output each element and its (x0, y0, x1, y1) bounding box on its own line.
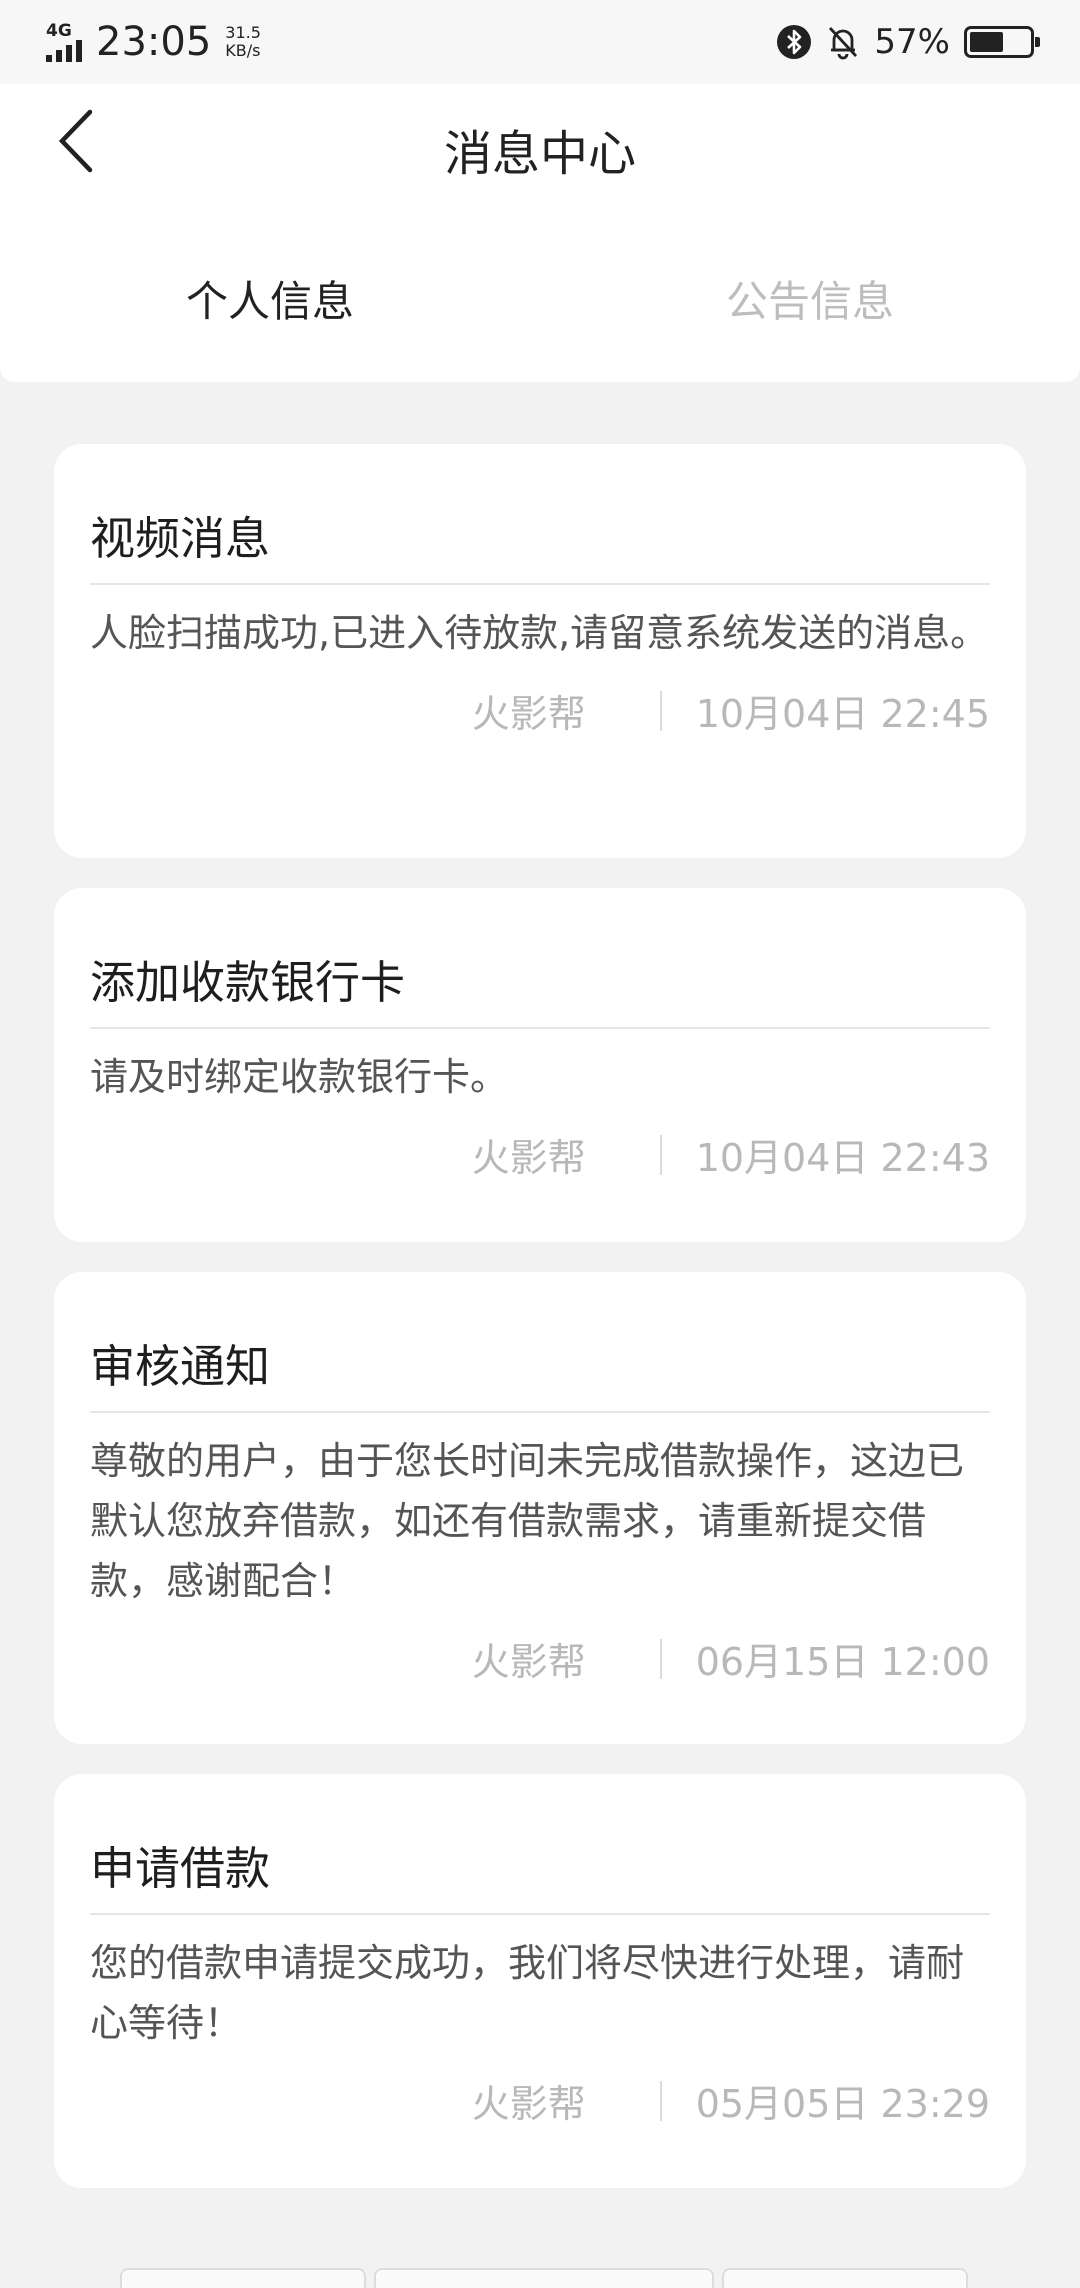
network-speed-value: 31.5 (225, 23, 261, 42)
bluetooth-icon (777, 25, 812, 59)
battery-icon (964, 26, 1040, 58)
network-speed: 31.5 KB/s (225, 24, 261, 60)
message-body: 人脸扫描成功,已进入待放款,请留意系统发送的消息。 (90, 611, 989, 655)
bottom-actions (120, 2268, 968, 2288)
app-header: 消息中心 (0, 84, 1080, 214)
message-title: 申请借款 (90, 1774, 990, 1915)
tab-bar: 个人信息 公告信息 (0, 214, 1080, 382)
message-body: 请及时绑定收款银行卡。 (90, 1055, 509, 1099)
message-title: 添加收款银行卡 (90, 888, 990, 1029)
message-datetime: 06月15日 12:00 (695, 1640, 990, 1684)
bell-muted-icon (829, 27, 858, 60)
meta-divider (659, 2080, 662, 2121)
message-card[interactable]: 申请借款 您的借款申请提交成功，我们将尽快进行处理，请耐心等待！ 火影帮 05月… (54, 1774, 1026, 2188)
message-title: 视频消息 (90, 444, 990, 585)
bottom-button[interactable] (722, 2268, 968, 2288)
status-right: 57% (776, 22, 1040, 62)
status-time: 23:05 (96, 19, 212, 65)
message-meta: 火影帮 06月15日 12:00 (90, 1611, 990, 1686)
tab-personal[interactable]: 个人信息 (0, 214, 540, 382)
signal-indicator: 4G (46, 22, 82, 62)
message-body: 您的借款申请提交成功，我们将尽快进行处理，请耐心等待！ (90, 1941, 965, 2045)
message-datetime: 10月04日 22:45 (695, 692, 990, 736)
bottom-button[interactable] (374, 2268, 714, 2288)
message-meta: 火影帮 10月04日 22:43 (90, 1107, 990, 1182)
message-datetime: 10月04日 22:43 (695, 1136, 990, 1180)
message-source: 火影帮 (471, 692, 586, 736)
battery-percent: 57% (874, 22, 950, 62)
message-source: 火影帮 (471, 1136, 586, 1180)
status-bar: 4G 23:05 31.5 KB/s 57% (0, 0, 1080, 84)
message-card[interactable]: 添加收款银行卡 请及时绑定收款银行卡。 火影帮 10月04日 22:43 (54, 888, 1026, 1242)
tab-announcements[interactable]: 公告信息 (540, 214, 1080, 382)
message-card[interactable]: 审核通知 尊敬的用户，由于您长时间未完成借款操作，这边已默认您放弃借款，如还有借… (54, 1272, 1026, 1744)
message-source: 火影帮 (471, 1640, 586, 1684)
network-speed-unit: KB/s (225, 41, 261, 60)
message-meta: 火影帮 05月05日 23:29 (90, 2053, 990, 2128)
message-card[interactable]: 视频消息 人脸扫描成功,已进入待放款,请留意系统发送的消息。 火影帮 10月04… (54, 444, 1026, 858)
meta-divider (659, 1638, 662, 1679)
network-type: 4G (46, 21, 72, 41)
bottom-button[interactable] (120, 2268, 366, 2288)
page-title: 消息中心 (443, 126, 636, 182)
meta-divider (659, 690, 662, 731)
message-source: 火影帮 (471, 2082, 586, 2126)
message-datetime: 05月05日 23:29 (695, 2082, 990, 2126)
message-body: 尊敬的用户，由于您长时间未完成借款操作，这边已默认您放弃借款，如还有借款需求，请… (90, 1439, 965, 1603)
status-left: 4G 23:05 31.5 KB/s (46, 19, 261, 65)
signal-bars-icon (46, 40, 82, 62)
message-meta: 火影帮 10月04日 22:45 (90, 663, 990, 738)
meta-divider (659, 1134, 662, 1175)
message-title: 审核通知 (90, 1272, 990, 1413)
